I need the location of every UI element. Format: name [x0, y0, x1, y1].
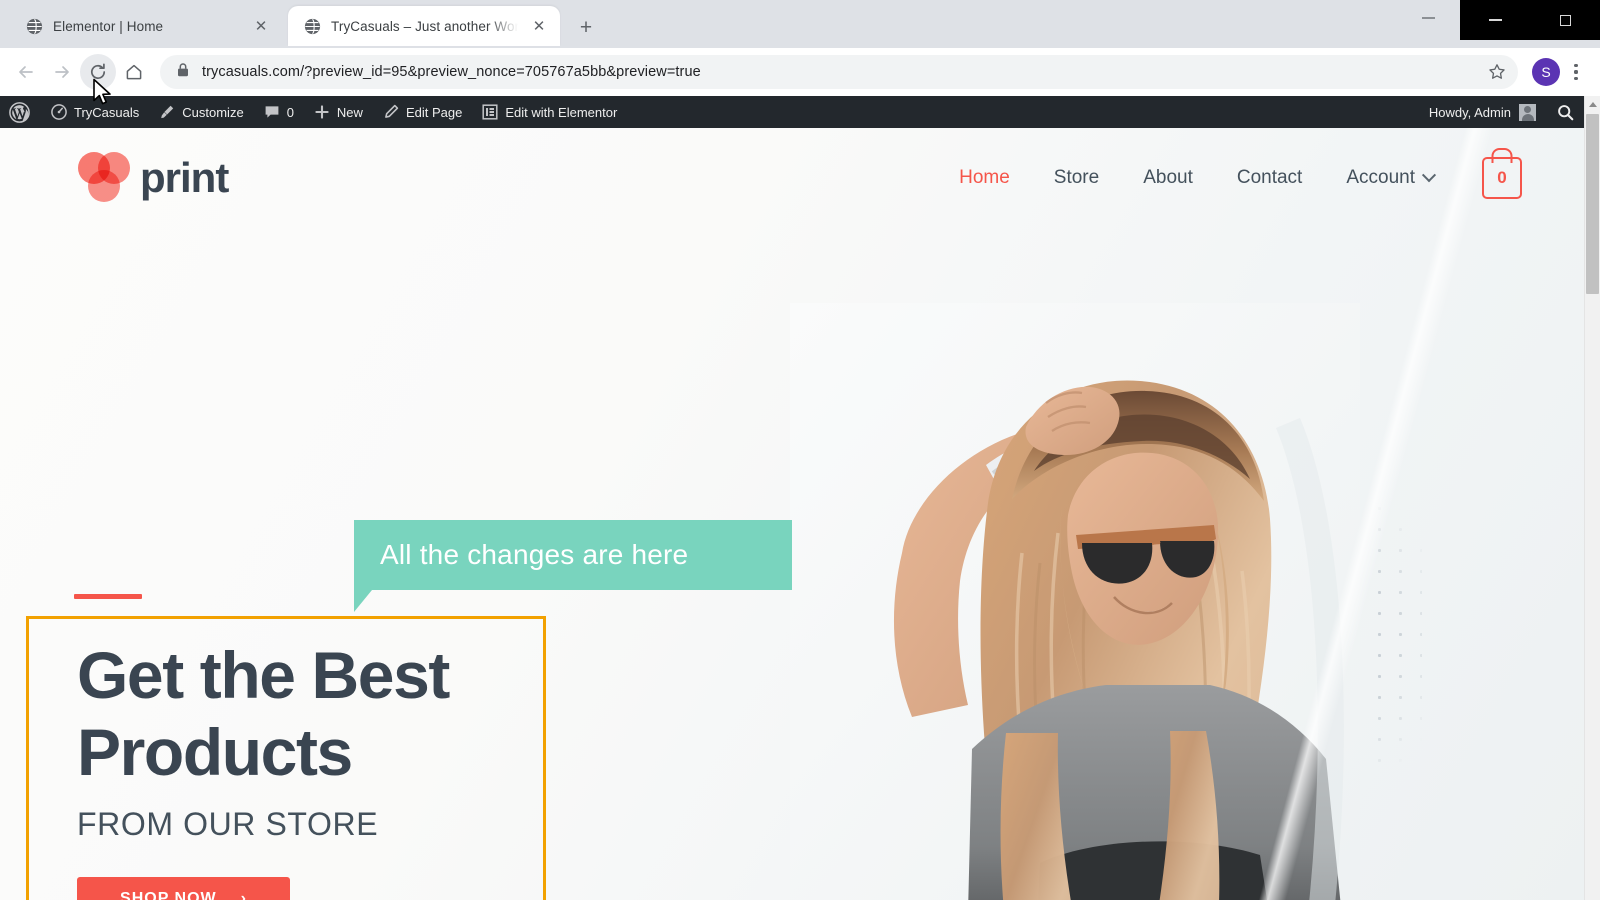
tab-strip: Elementor | Home ✕ TryCasuals – Just ano…: [0, 0, 1600, 48]
lock-icon: [176, 62, 190, 83]
minimize-icon: [1421, 17, 1435, 19]
search-icon: [1557, 104, 1573, 120]
hero-text-block: Get the Best Products FROM OUR STORE SHO…: [77, 637, 533, 900]
back-arrow-icon: [19, 66, 33, 78]
logo-circle: [88, 170, 120, 202]
adminbar-search-button[interactable]: [1546, 104, 1584, 121]
star-icon: [1489, 64, 1505, 79]
site-header: print Home Store About Contact Account 0: [0, 128, 1584, 228]
hero-subheading: FROM OUR STORE: [77, 806, 379, 843]
bookmark-button[interactable]: [1482, 57, 1512, 87]
site-logo[interactable]: print: [78, 152, 229, 204]
window-restore-button[interactable]: [1530, 14, 1600, 26]
forward-button[interactable]: [44, 54, 80, 90]
new-tab-button[interactable]: +: [572, 13, 600, 41]
scrollbar-thumb[interactable]: [1586, 114, 1599, 294]
address-bar[interactable]: trycasuals.com/?preview_id=95&preview_no…: [160, 55, 1518, 89]
profile-avatar[interactable]: S: [1532, 58, 1560, 86]
adminbar-label: New: [336, 104, 363, 120]
scroll-up-arrow-icon[interactable]: [1585, 96, 1600, 113]
adminbar-item-comments[interactable]: 0: [254, 96, 304, 128]
adminbar-label: Edit with Elementor: [505, 104, 618, 120]
browser-tab-trycasuals[interactable]: TryCasuals – Just another WordPr ✕: [288, 6, 560, 46]
adminbar-item-edit-with-elementor[interactable]: Edit with Elementor: [472, 96, 627, 128]
minimize-icon: [1488, 19, 1502, 21]
kebab-dot: [1574, 70, 1578, 74]
globe-icon: [304, 18, 321, 35]
preview-callout-bubble: All the changes are here: [354, 520, 792, 612]
wordpress-logo-icon[interactable]: [0, 96, 41, 128]
shop-now-button[interactable]: SHOP NOW ›: [77, 877, 290, 900]
browser-tab-elementor[interactable]: Elementor | Home ✕: [10, 6, 282, 46]
window-minimize-light[interactable]: [1396, 0, 1460, 36]
page-viewport: TryCasuals Customize 0 New Edit Page Edi…: [0, 96, 1600, 900]
elementor-selected-widget[interactable]: Get the Best Products FROM OUR STORE SHO…: [26, 616, 546, 900]
home-icon: [126, 64, 142, 80]
adminbar-item-new[interactable]: New: [304, 96, 373, 128]
tab-title: TryCasuals – Just another WordPr: [331, 18, 518, 34]
restore-icon: [1559, 14, 1571, 26]
dashboard-icon: [51, 104, 67, 120]
main-navigation: Home Store About Contact Account 0: [937, 157, 1522, 199]
adminbar-label: Edit Page: [405, 104, 463, 120]
page-title: Get the Best Products: [77, 638, 450, 789]
avatar: [1519, 103, 1536, 121]
close-icon[interactable]: ✕: [250, 15, 272, 37]
browser-menu-button[interactable]: [1560, 54, 1592, 90]
nav-item-home[interactable]: Home: [937, 167, 1032, 189]
nav-item-contact[interactable]: Contact: [1215, 167, 1324, 189]
back-button[interactable]: [8, 54, 44, 90]
elementor-icon: [482, 104, 498, 120]
logo-text: print: [140, 154, 229, 201]
shop-now-label: SHOP NOW: [120, 890, 217, 900]
paintbrush-icon: [161, 105, 174, 119]
mouse-cursor: [92, 78, 114, 108]
browser-toolbar: trycasuals.com/?preview_id=95&preview_no…: [0, 48, 1600, 96]
close-icon[interactable]: ✕: [528, 15, 550, 37]
nav-item-account-label: Account: [1346, 167, 1415, 188]
chevron-right-icon: ›: [240, 890, 247, 900]
nav-item-store[interactable]: Store: [1032, 167, 1121, 189]
comment-icon: [265, 106, 279, 118]
window-controls-overlay: [1460, 0, 1600, 40]
window-minimize-button[interactable]: [1460, 19, 1530, 21]
three-circles-logo-icon: [78, 152, 132, 204]
wordpress-admin-bar: TryCasuals Customize 0 New Edit Page Edi…: [0, 96, 1584, 128]
adminbar-item-customize[interactable]: Customize: [149, 96, 253, 128]
bubble-text: All the changes are here: [380, 539, 689, 570]
adminbar-right: Howdy, Admin: [1419, 96, 1584, 128]
nav-item-about[interactable]: About: [1121, 167, 1215, 189]
howdy-label: Howdy, Admin: [1428, 104, 1511, 120]
nav-item-account[interactable]: Account: [1324, 167, 1456, 189]
adminbar-label: 0: [286, 104, 294, 120]
kebab-dot: [1574, 64, 1578, 68]
adminbar-label: Customize: [182, 104, 244, 120]
url-text: trycasuals.com/?preview_id=95&preview_no…: [202, 64, 701, 80]
website-content: print Home Store About Contact Account 0: [0, 128, 1584, 900]
adminbar-howdy[interactable]: Howdy, Admin: [1419, 103, 1546, 121]
cart-count: 0: [1497, 168, 1507, 187]
tab-title: Elementor | Home: [53, 18, 164, 34]
hero-accent-dash: [74, 594, 142, 599]
hero-photo: [790, 303, 1360, 900]
pencil-icon: [385, 104, 399, 118]
browser-window: Elementor | Home ✕ TryCasuals – Just ano…: [0, 0, 1600, 900]
triangle-up: [1588, 102, 1597, 107]
cart-button[interactable]: 0: [1482, 157, 1522, 199]
forward-arrow-icon: [55, 66, 69, 78]
plus-icon: [315, 105, 329, 119]
home-button[interactable]: [116, 54, 152, 90]
adminbar-item-edit-page[interactable]: Edit Page: [373, 96, 472, 128]
page-scrollbar[interactable]: [1584, 96, 1600, 900]
globe-icon: [26, 18, 43, 35]
kebab-dot: [1574, 76, 1578, 80]
chevron-down-icon: [1421, 168, 1437, 183]
